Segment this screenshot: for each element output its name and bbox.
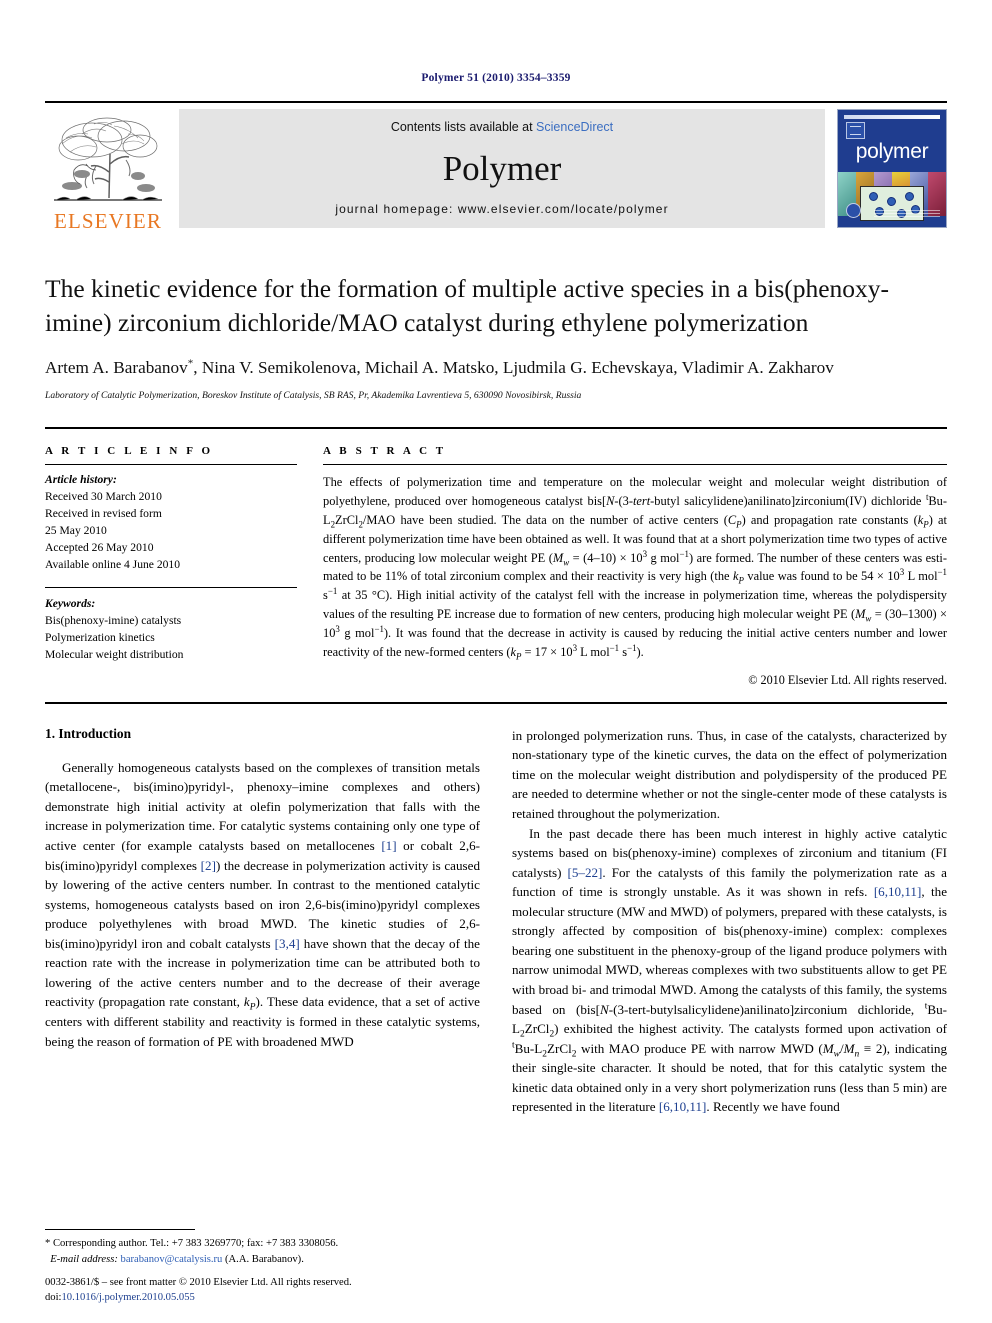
citation-link[interactable]: [3,4] [275,936,300,951]
affiliation: Laboratory of Catalytic Polymerization, … [45,390,582,402]
journal-masthead: ELSEVIER Contents lists available at Sci… [45,101,947,234]
doi-value[interactable]: 10.1016/j.polymer.2010.05.055 [61,1292,194,1303]
journal-title: Polymer [442,148,562,188]
sciencedirect-link[interactable]: ScienceDirect [536,120,613,134]
section-heading-introduction: 1. Introduction [45,725,132,741]
cover-title-text: polymer [855,140,929,163]
citation-link[interactable]: [1] [381,838,396,853]
article-history: Article history: Received 30 March 2010 … [45,465,297,574]
page-title: The kinetic evidence for the formation o… [45,274,890,337]
citation-link[interactable]: [6,10,11] [659,1099,707,1114]
keyword-item: Molecular weight distribution [45,647,184,661]
intro-paragraph-1: Generally homogeneous catalysts based on… [45,759,481,1049]
history-label: Article history: [45,473,117,487]
email-note: E-mail address: barabanov@catalysis.ru (… [45,1252,480,1267]
keywords-label: Keywords: [45,596,96,610]
journal-cover-thumbnail: polymer [837,109,947,228]
history-item: Received in revised form [45,507,162,521]
email-label: E-mail address: [50,1253,118,1265]
journal-homepage[interactable]: journal homepage: www.elsevier.com/locat… [335,202,668,216]
history-item: 25 May 2010 [45,524,107,538]
footnote-rule [45,1229,195,1231]
keywords-block: Keywords: Bis(phenoxy-imine) catalysts P… [45,586,297,664]
article-info-heading: A R T I C L E I N F O [45,445,214,458]
journal-banner: Contents lists available at ScienceDirec… [179,109,825,228]
cover-stamp-icon [846,122,865,139]
email-link[interactable]: barabanov@catalysis.ru [121,1254,223,1265]
intro-paragraph-continued: in prolonged polymerization runs. Thus, … [512,727,947,821]
abstract-copyright: © 2010 Elsevier Ltd. All rights reserved… [748,672,947,687]
doi-prefix: doi: [45,1291,62,1303]
page-footer: 0032-3861/$ – see front matter © 2010 El… [45,1275,565,1305]
elsevier-tree-icon [52,114,164,210]
cover-publisher-mark [846,203,861,218]
email-suffix: (A.A. Barabanov). [222,1253,304,1265]
issn-line: 0032-3861/$ – see front matter © 2010 El… [45,1276,352,1288]
abstract-column: A B S T R A C T The effects of polymeriz… [323,445,947,687]
elsevier-wordmark: ELSEVIER [54,209,162,233]
keyword-item: Polymerization kinetics [45,630,155,644]
author-list: Artem A. Barabanov*, Nina V. Semikolenov… [45,357,834,378]
citation-link[interactable]: [5–22] [568,865,603,880]
keyword-item: Bis(phenoxy-imine) catalysts [45,613,182,627]
corresponding-author-note: * Corresponding author. Tel.: +7 383 326… [45,1238,339,1250]
footnote-area: * Corresponding author. Tel.: +7 383 326… [45,1229,480,1267]
abstract-bottom-rule [45,701,947,704]
doi-line: doi:10.1016/j.polymer.2010.05.055 [45,1290,565,1305]
title-block: The kinetic evidence for the formation o… [45,272,947,401]
paper-page: Polymer 51 (2010) 3354–3359 ELSEVIER Con… [0,0,992,1323]
info-abstract-block: A R T I C L E I N F O Article history: R… [45,427,947,687]
article-info-column: A R T I C L E I N F O Article history: R… [45,445,297,687]
elsevier-logo: ELSEVIER [45,103,171,234]
contents-available-line: Contents lists available at ScienceDirec… [391,120,613,134]
body-column-right: in prolonged polymerization runs. Thus, … [512,726,947,1117]
running-head: Polymer 51 (2010) 3354–3359 [421,72,571,84]
history-item: Received 30 March 2010 [45,490,162,504]
body-columns: 1. Introduction Generally homogeneous ca… [45,726,947,1117]
history-item: Accepted 26 May 2010 [45,540,154,554]
intro-paragraph-2: In the past decade there has been much i… [512,825,948,1115]
abstract-heading: A B S T R A C T [323,445,447,458]
cover-footer-text [874,210,940,219]
citation-link[interactable]: [2] [201,858,216,873]
history-item: Available online 4 June 2010 [45,557,181,571]
abstract-text: The effects of polymerization time and t… [323,475,948,662]
body-column-left: 1. Introduction Generally homogeneous ca… [45,726,480,1117]
contents-prefix: Contents lists available at [390,120,537,134]
citation-link[interactable]: [6,10,11] [874,884,922,899]
